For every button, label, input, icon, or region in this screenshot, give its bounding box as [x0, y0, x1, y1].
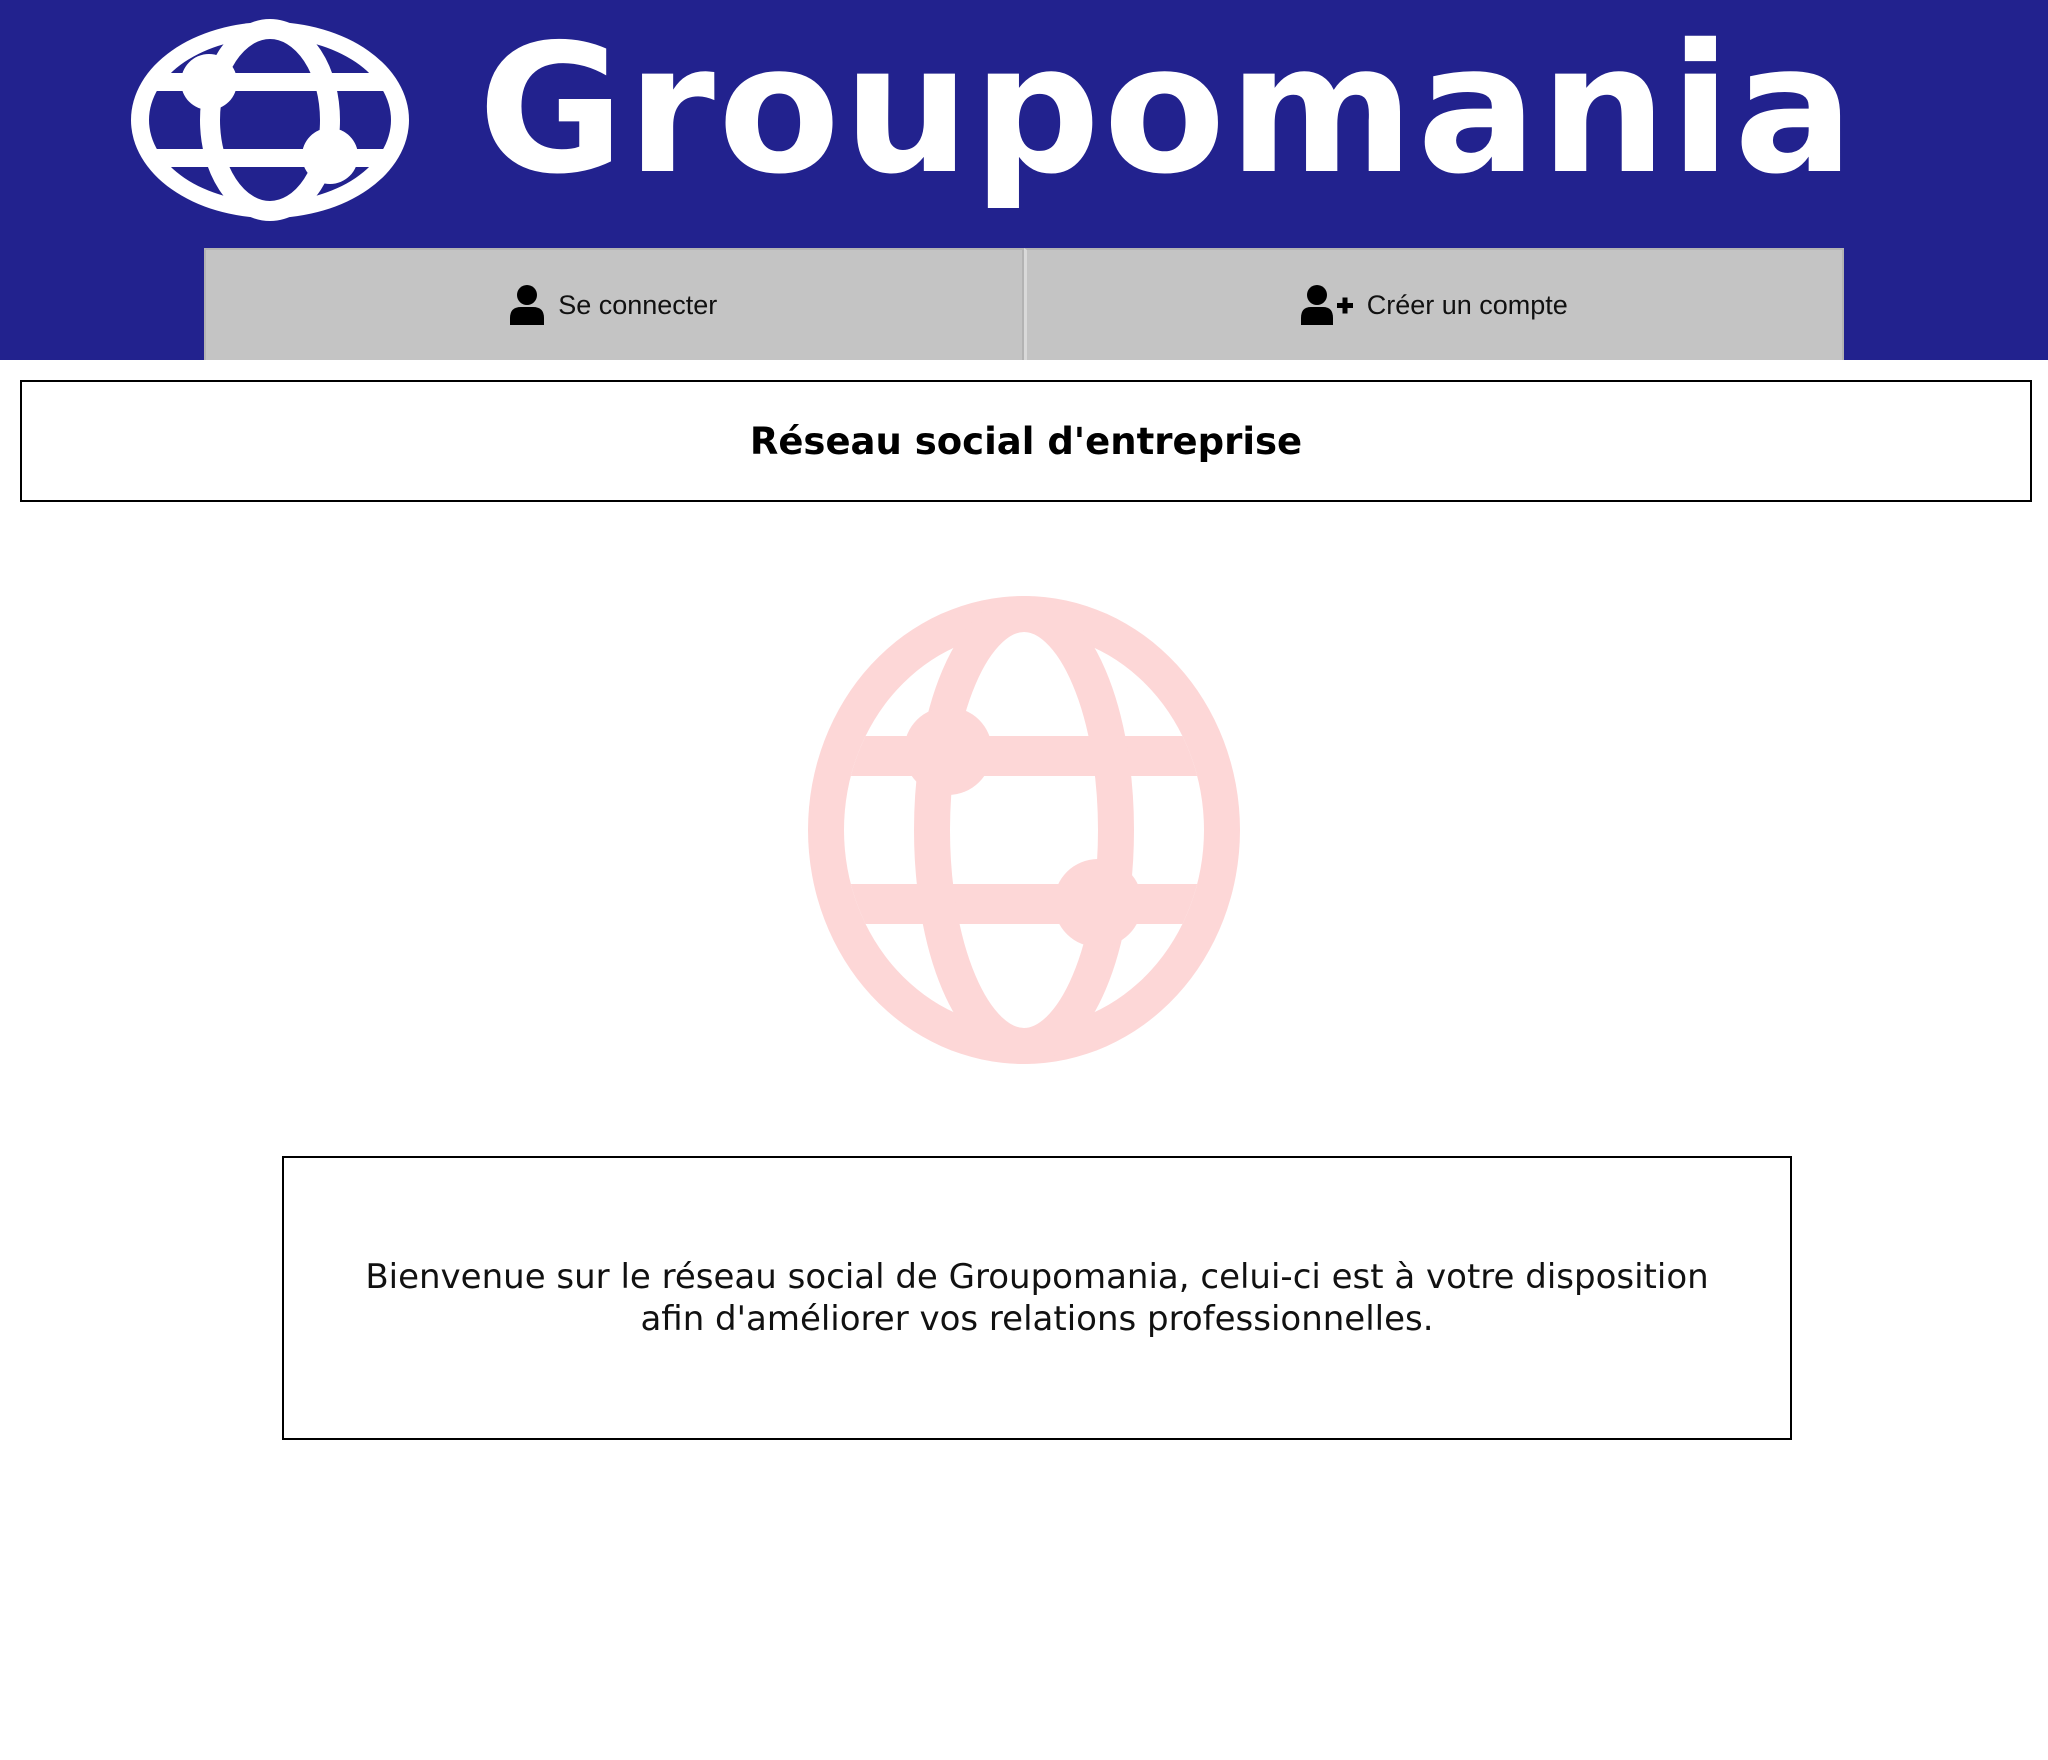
user-icon — [510, 285, 545, 325]
login-button[interactable]: Se connecter — [204, 248, 1024, 360]
globe-icon — [808, 596, 1240, 1064]
user-plus-icon — [1300, 285, 1353, 325]
globe-icon — [131, 19, 409, 221]
signup-label: Créer un compte — [1366, 289, 1568, 320]
brand-name: Groupomania — [478, 6, 1858, 213]
site-header: Groupomania Se connecter Créer un compte — [0, 0, 2048, 360]
page-title-box: Réseau social d'entreprise — [20, 380, 2032, 502]
brand-logo[interactable]: Groupomania — [120, 6, 1940, 221]
welcome-box: Bienvenue sur le réseau social de Groupo… — [282, 1156, 1792, 1440]
main-nav: Se connecter Créer un compte — [204, 248, 1844, 360]
welcome-text: Bienvenue sur le réseau social de Groupo… — [365, 1257, 1709, 1339]
page-title: Réseau social d'entreprise — [749, 419, 1303, 463]
signup-button[interactable]: Créer un compte — [1023, 248, 1844, 360]
login-label: Se connecter — [558, 289, 718, 320]
